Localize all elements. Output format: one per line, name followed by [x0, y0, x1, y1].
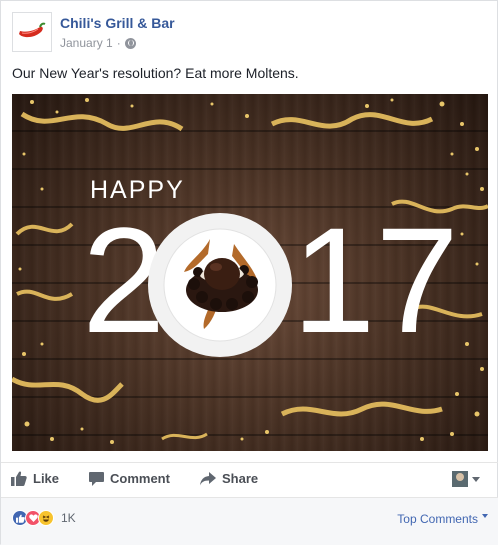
reactions-summary[interactable]: 1K [12, 510, 76, 526]
share-label: Share [222, 471, 259, 486]
comment-button[interactable]: Comment [89, 471, 170, 486]
chevron-down-icon [482, 514, 488, 518]
like-label: Like [33, 471, 60, 486]
ribbon [16, 289, 74, 301]
like-button[interactable]: Like [11, 471, 59, 486]
post-text: Our New Year's resolution? Eat more Molt… [12, 65, 299, 81]
chevron-down-icon [472, 476, 480, 482]
ribbon [12, 376, 124, 403]
post-card: Chili's Grill & Bar January 1 · Our New … [0, 0, 498, 545]
ribbon [270, 112, 434, 129]
post-footer: 1K Top Comments [1, 497, 498, 545]
ribbon [20, 111, 184, 132]
post-as-selector[interactable] [452, 471, 480, 487]
reaction-count: 1K [61, 511, 76, 525]
comment-icon [89, 471, 104, 486]
chili-pepper-icon [19, 22, 46, 38]
share-button[interactable]: Share [200, 471, 258, 486]
post-header: Chili's Grill & Bar January 1 · [12, 12, 482, 54]
meta-separator: · [116, 36, 121, 50]
share-arrow-icon [200, 471, 216, 485]
post-image[interactable]: HAPPY 2 17 [12, 94, 488, 451]
ribbon [161, 432, 208, 441]
comment-label: Comment [110, 471, 170, 486]
ribbon [15, 222, 74, 236]
thumbs-up-icon [11, 471, 27, 486]
year-digits-17: 17 [292, 196, 459, 364]
top-comments-label: Top Comments [397, 512, 478, 526]
post-meta: January 1 · [60, 36, 136, 50]
page-name-link[interactable]: Chili's Grill & Bar [60, 15, 175, 31]
post-actions-bar: Like Comment Share [1, 462, 498, 494]
page-avatar[interactable] [12, 12, 52, 52]
haha-reaction-icon [38, 510, 54, 526]
viewer-avatar [452, 471, 468, 487]
post-date[interactable]: January 1 [60, 36, 113, 50]
top-comments-dropdown[interactable]: Top Comments [397, 512, 488, 526]
globe-icon[interactable] [124, 37, 136, 49]
hero-artwork: HAPPY 2 17 [12, 98, 488, 444]
ribbon [280, 401, 443, 417]
